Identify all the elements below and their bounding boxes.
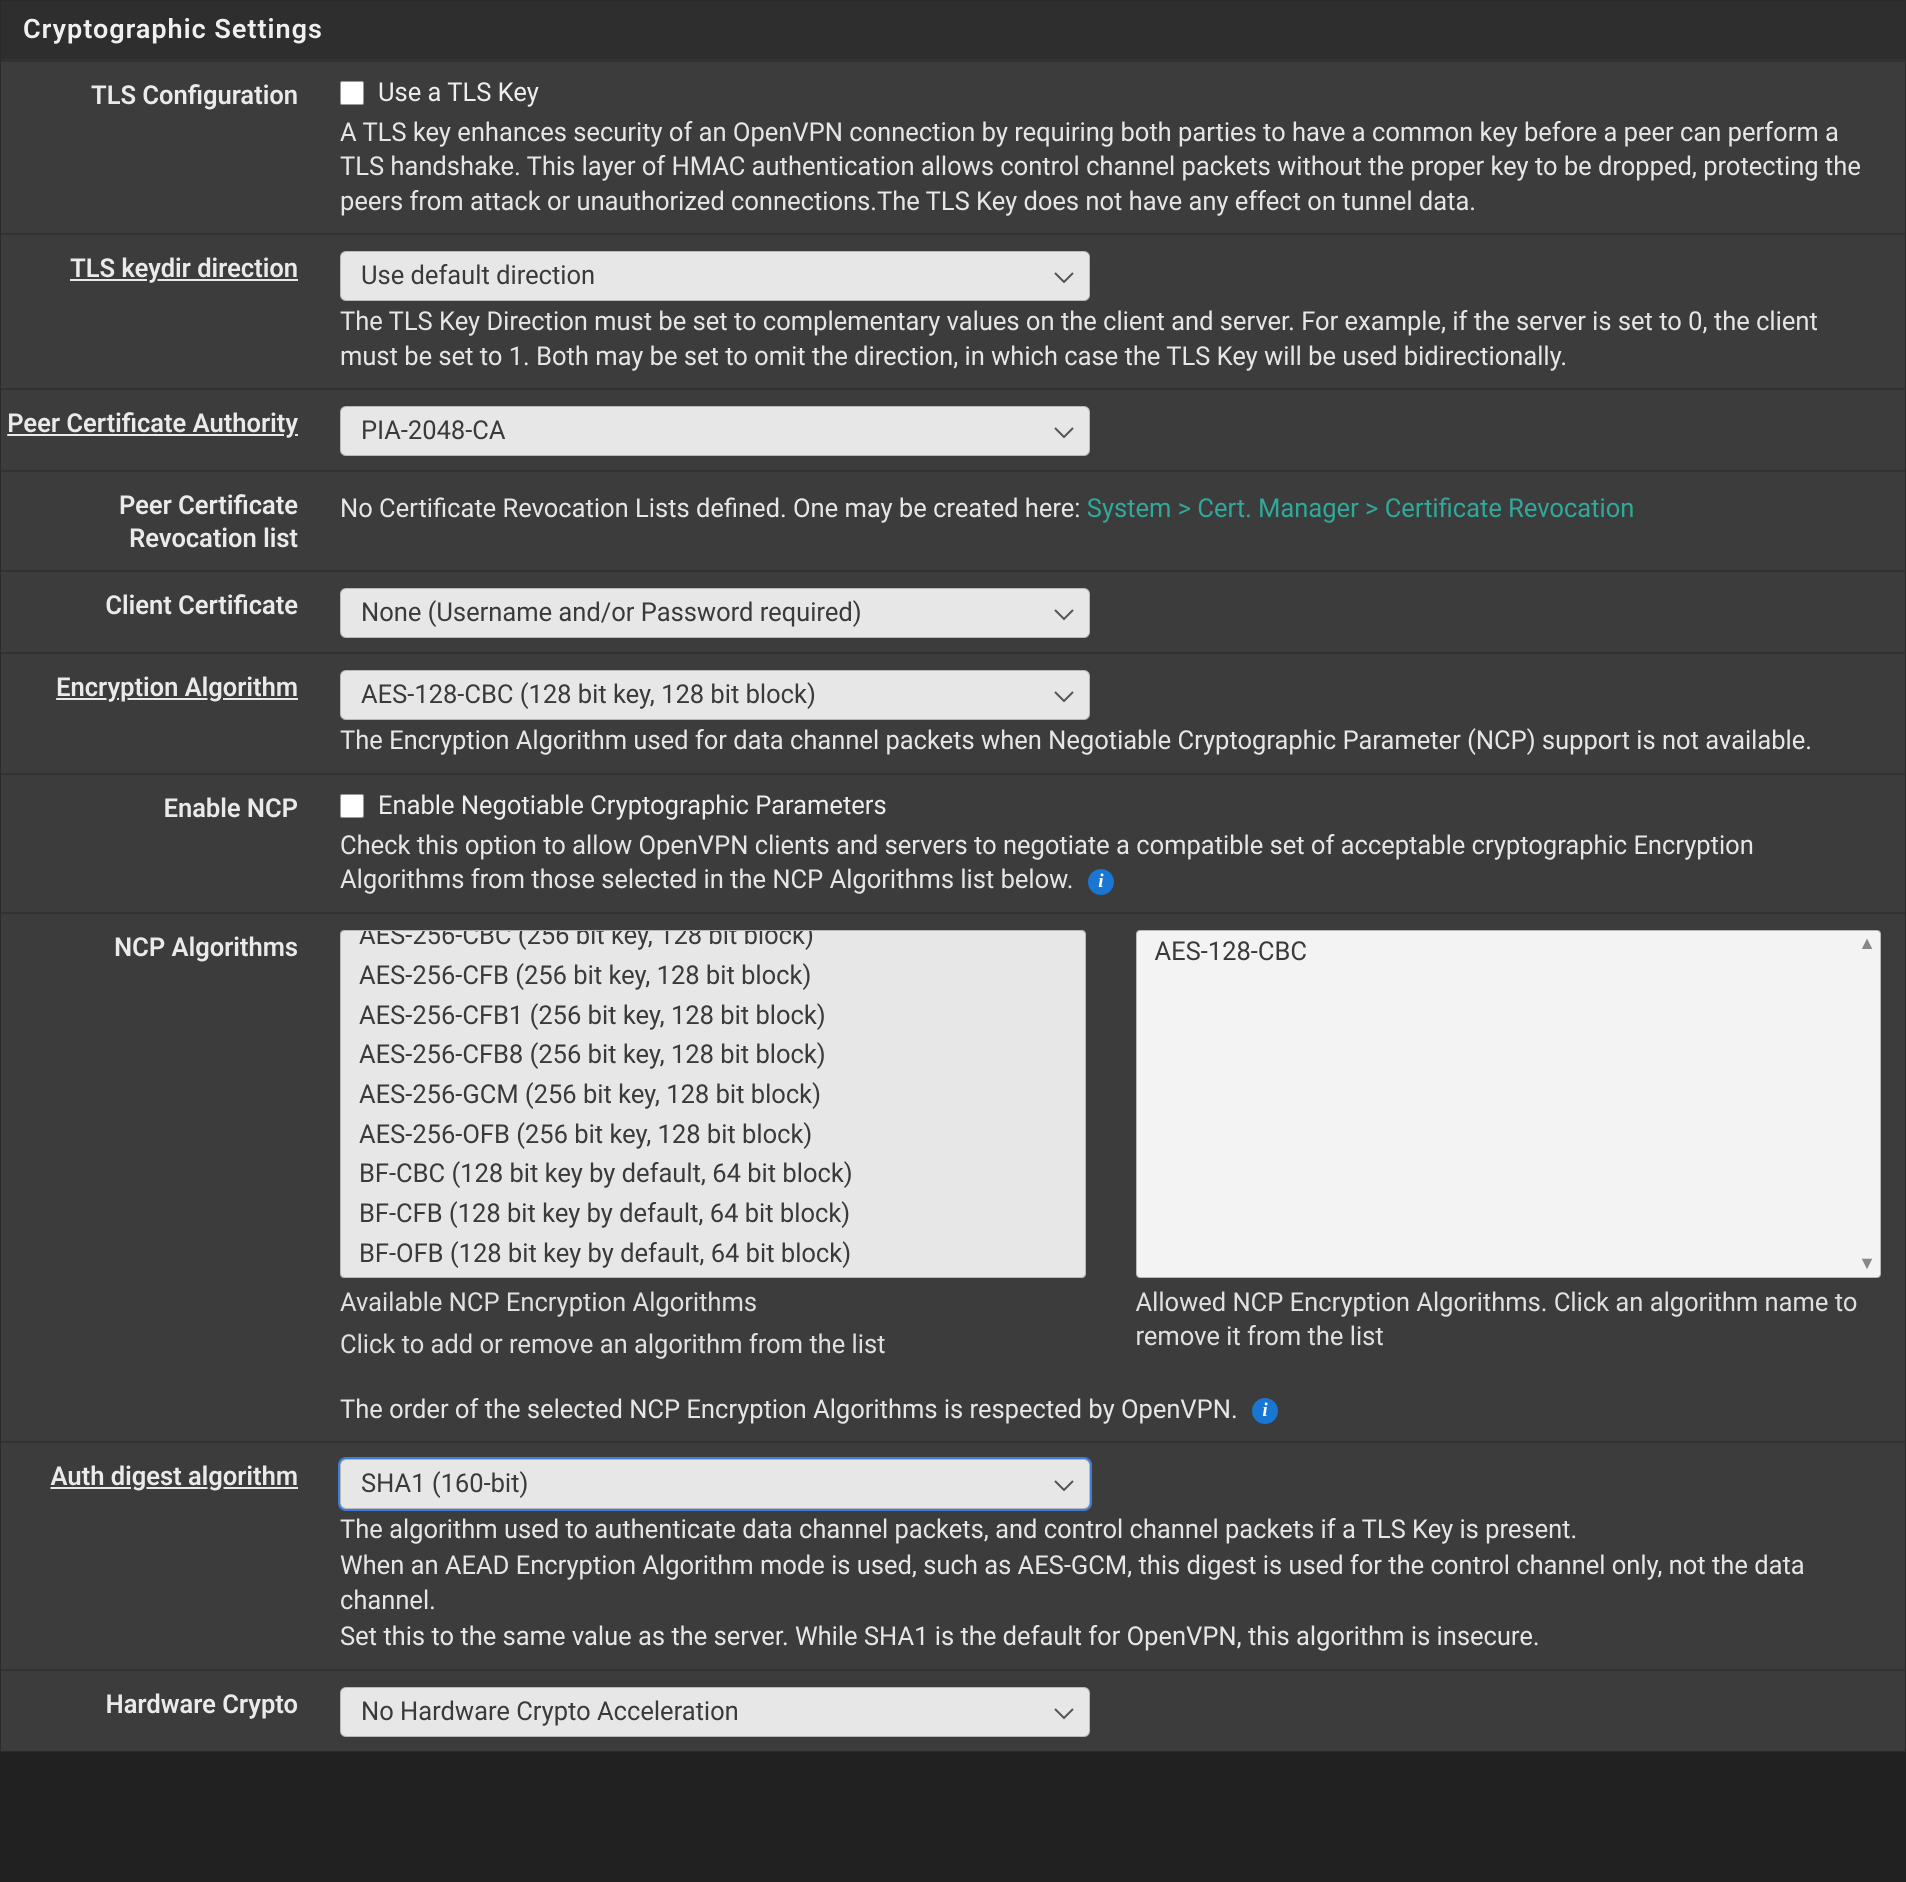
field-auth-digest: SHA1 (160-bit) The algorithm used to aut… (316, 1453, 1905, 1655)
label-tls-configuration: TLS Configuration (1, 72, 316, 219)
row-peer-ca: Peer Certificate Authority PIA-2048-CA (1, 388, 1905, 470)
checkbox-use-tls-key[interactable] (340, 81, 364, 105)
field-ncp-algorithms: AES-192-OFB (192 bit key, 128 bit block)… (316, 924, 1905, 1427)
info-icon[interactable]: i (1252, 1398, 1278, 1424)
row-encryption-algorithm: Encryption Algorithm AES-128-CBC (128 bi… (1, 652, 1905, 772)
help-tls-configuration: A TLS key enhances security of an OpenVP… (340, 116, 1881, 219)
ncp-available-option[interactable]: BF-CFB (128 bit key by default, 64 bit b… (341, 1195, 1085, 1235)
checkbox-label-enable-ncp: Enable Negotiable Cryptographic Paramete… (378, 791, 887, 821)
row-tls-keydir: TLS keydir direction Use default directi… (1, 233, 1905, 388)
checkbox-label-use-tls-key: Use a TLS Key (378, 78, 539, 108)
listbox-available-ncp[interactable]: AES-192-OFB (192 bit key, 128 bit block)… (340, 930, 1086, 1278)
label-auth-digest[interactable]: Auth digest algorithm (1, 1453, 316, 1655)
ncp-available-option[interactable]: AES-256-CFB (256 bit key, 128 bit block) (341, 957, 1085, 997)
ncp-available-option[interactable]: AES-256-GCM (256 bit key, 128 bit block) (341, 1076, 1085, 1116)
help-auth-digest-1: The algorithm used to authenticate data … (340, 1513, 1881, 1547)
help-allowed-ncp: Allowed NCP Encryption Algorithms. Click… (1136, 1286, 1882, 1355)
row-client-cert: Client Certificate None (Username and/or… (1, 570, 1905, 652)
select-peer-ca[interactable]: PIA-2048-CA (340, 406, 1090, 456)
label-hardware-crypto: Hardware Crypto (1, 1681, 316, 1737)
ncp-available-option[interactable]: AES-256-CFB1 (256 bit key, 128 bit block… (341, 997, 1085, 1037)
scroll-up-icon: ▲ (1858, 935, 1876, 953)
field-tls-configuration: Use a TLS Key A TLS key enhances securit… (316, 72, 1905, 219)
ncp-available-option[interactable]: AES-256-CFB8 (256 bit key, 128 bit block… (341, 1036, 1085, 1076)
select-auth-digest[interactable]: SHA1 (160-bit) (340, 1459, 1090, 1509)
row-ncp-algorithms: NCP Algorithms AES-192-OFB (192 bit key,… (1, 912, 1905, 1441)
info-icon[interactable]: i (1088, 869, 1114, 895)
label-peer-crl: Peer Certificate Revocation list (1, 482, 316, 556)
row-hardware-crypto: Hardware Crypto No Hardware Crypto Accel… (1, 1669, 1905, 1751)
scroll-down-icon: ▼ (1858, 1255, 1876, 1273)
ncp-available-option[interactable]: BF-CBC (128 bit key by default, 64 bit b… (341, 1155, 1085, 1195)
field-peer-ca: PIA-2048-CA (316, 400, 1905, 456)
field-hardware-crypto: No Hardware Crypto Acceleration (316, 1681, 1905, 1737)
row-auth-digest: Auth digest algorithm SHA1 (160-bit) The… (1, 1441, 1905, 1669)
label-peer-ca[interactable]: Peer Certificate Authority (1, 400, 316, 456)
help-available-ncp-1: Available NCP Encryption Algorithms (340, 1286, 1086, 1320)
field-encryption-algorithm: AES-128-CBC (128 bit key, 128 bit block)… (316, 664, 1905, 758)
help-ncp-order: The order of the selected NCP Encryption… (340, 1393, 1881, 1427)
ncp-available-option[interactable]: BF-OFB (128 bit key by default, 64 bit b… (341, 1235, 1085, 1275)
ncp-available-option[interactable]: AES-256-OFB (256 bit key, 128 bit block) (341, 1116, 1085, 1156)
help-auth-digest-3: Set this to the same value as the server… (340, 1620, 1881, 1654)
row-tls-configuration: TLS Configuration Use a TLS Key A TLS ke… (1, 60, 1905, 233)
help-tls-keydir: The TLS Key Direction must be set to com… (340, 305, 1881, 374)
ncp-available-option[interactable]: AES-256-CBC (256 bit key, 128 bit block) (341, 930, 1085, 957)
help-enable-ncp: Check this option to allow OpenVPN clien… (340, 829, 1881, 898)
select-hardware-crypto[interactable]: No Hardware Crypto Acceleration (340, 1687, 1090, 1737)
checkbox-enable-ncp[interactable] (340, 794, 364, 818)
help-available-ncp-2: Click to add or remove an algorithm from… (340, 1328, 1086, 1362)
label-client-cert: Client Certificate (1, 582, 316, 638)
field-peer-crl: No Certificate Revocation Lists defined.… (316, 482, 1905, 556)
row-enable-ncp: Enable NCP Enable Negotiable Cryptograph… (1, 773, 1905, 912)
field-enable-ncp: Enable Negotiable Cryptographic Paramete… (316, 785, 1905, 898)
help-auth-digest-2: When an AEAD Encryption Algorithm mode i… (340, 1549, 1881, 1618)
listbox-allowed-ncp[interactable]: AES-128-CBC▲ ▼ (1136, 930, 1882, 1278)
field-tls-keydir: Use default direction The TLS Key Direct… (316, 245, 1905, 374)
ncp-allowed-option[interactable]: AES-128-CBC (1137, 933, 1881, 973)
panel-title: Cryptographic Settings (1, 1, 1905, 60)
cryptographic-settings-panel: Cryptographic Settings TLS Configuration… (0, 0, 1906, 1752)
label-encryption-algorithm[interactable]: Encryption Algorithm (1, 664, 316, 758)
label-enable-ncp: Enable NCP (1, 785, 316, 898)
select-tls-keydir[interactable]: Use default direction (340, 251, 1090, 301)
help-encryption-algorithm: The Encryption Algorithm used for data c… (340, 724, 1881, 758)
help-peer-crl: No Certificate Revocation Lists defined.… (340, 492, 1881, 526)
label-ncp-algorithms: NCP Algorithms (1, 924, 316, 1427)
select-encryption-algorithm[interactable]: AES-128-CBC (128 bit key, 128 bit block) (340, 670, 1090, 720)
select-client-cert[interactable]: None (Username and/or Password required) (340, 588, 1090, 638)
label-tls-keydir[interactable]: TLS keydir direction (1, 245, 316, 374)
row-peer-crl: Peer Certificate Revocation list No Cert… (1, 470, 1905, 570)
crl-help-prefix: No Certificate Revocation Lists defined.… (340, 494, 1087, 524)
field-client-cert: None (Username and/or Password required) (316, 582, 1905, 638)
link-cert-revocation[interactable]: System > Cert. Manager > Certificate Rev… (1087, 494, 1635, 524)
